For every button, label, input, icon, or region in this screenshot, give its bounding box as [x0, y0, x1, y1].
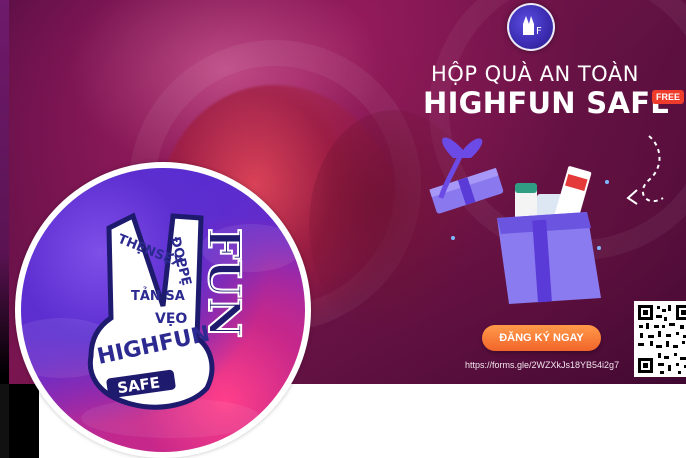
- highfun-logo-icon: F: [507, 3, 555, 51]
- qr-code-icon: [634, 301, 686, 377]
- logo-line-text: VẸO: [155, 311, 187, 327]
- profile-picture-image: THẸNSẸX ĐỌPPẸ TẢN SA VẸO HIGHFUN SAFE FU…: [21, 168, 305, 452]
- profile-picture[interactable]: THẸNSẸX ĐỌPPẸ TẢN SA VẸO HIGHFUN SAFE FU…: [15, 162, 311, 458]
- gift-box-icon: [429, 135, 664, 304]
- promo-title: HỘP QUÀ AN TOÀN: [431, 62, 639, 86]
- bottom-left-edge: [0, 384, 9, 458]
- svg-text:F: F: [536, 26, 542, 37]
- highfun-safe-logo: THẸNSẸX ĐỌPPẸ TẢN SA VẸO HIGHFUN SAFE FU…: [21, 212, 301, 438]
- logo-fun-text: FUN: [198, 228, 249, 338]
- register-button[interactable]: ĐĂNG KÝ NGAY: [482, 325, 601, 351]
- facebook-profile-header: F HỘP QUÀ AN TOÀN HIGHFUN SAFE FREE ĐĂNG…: [0, 0, 686, 458]
- promo-brand: HIGHFUN SAFE: [423, 86, 671, 120]
- logo-line-text: TẢN SA: [131, 287, 185, 304]
- free-badge: FREE: [652, 90, 685, 104]
- form-url-link[interactable]: https://forms.gle/2WZXkJs18YB54i2g7: [465, 360, 619, 370]
